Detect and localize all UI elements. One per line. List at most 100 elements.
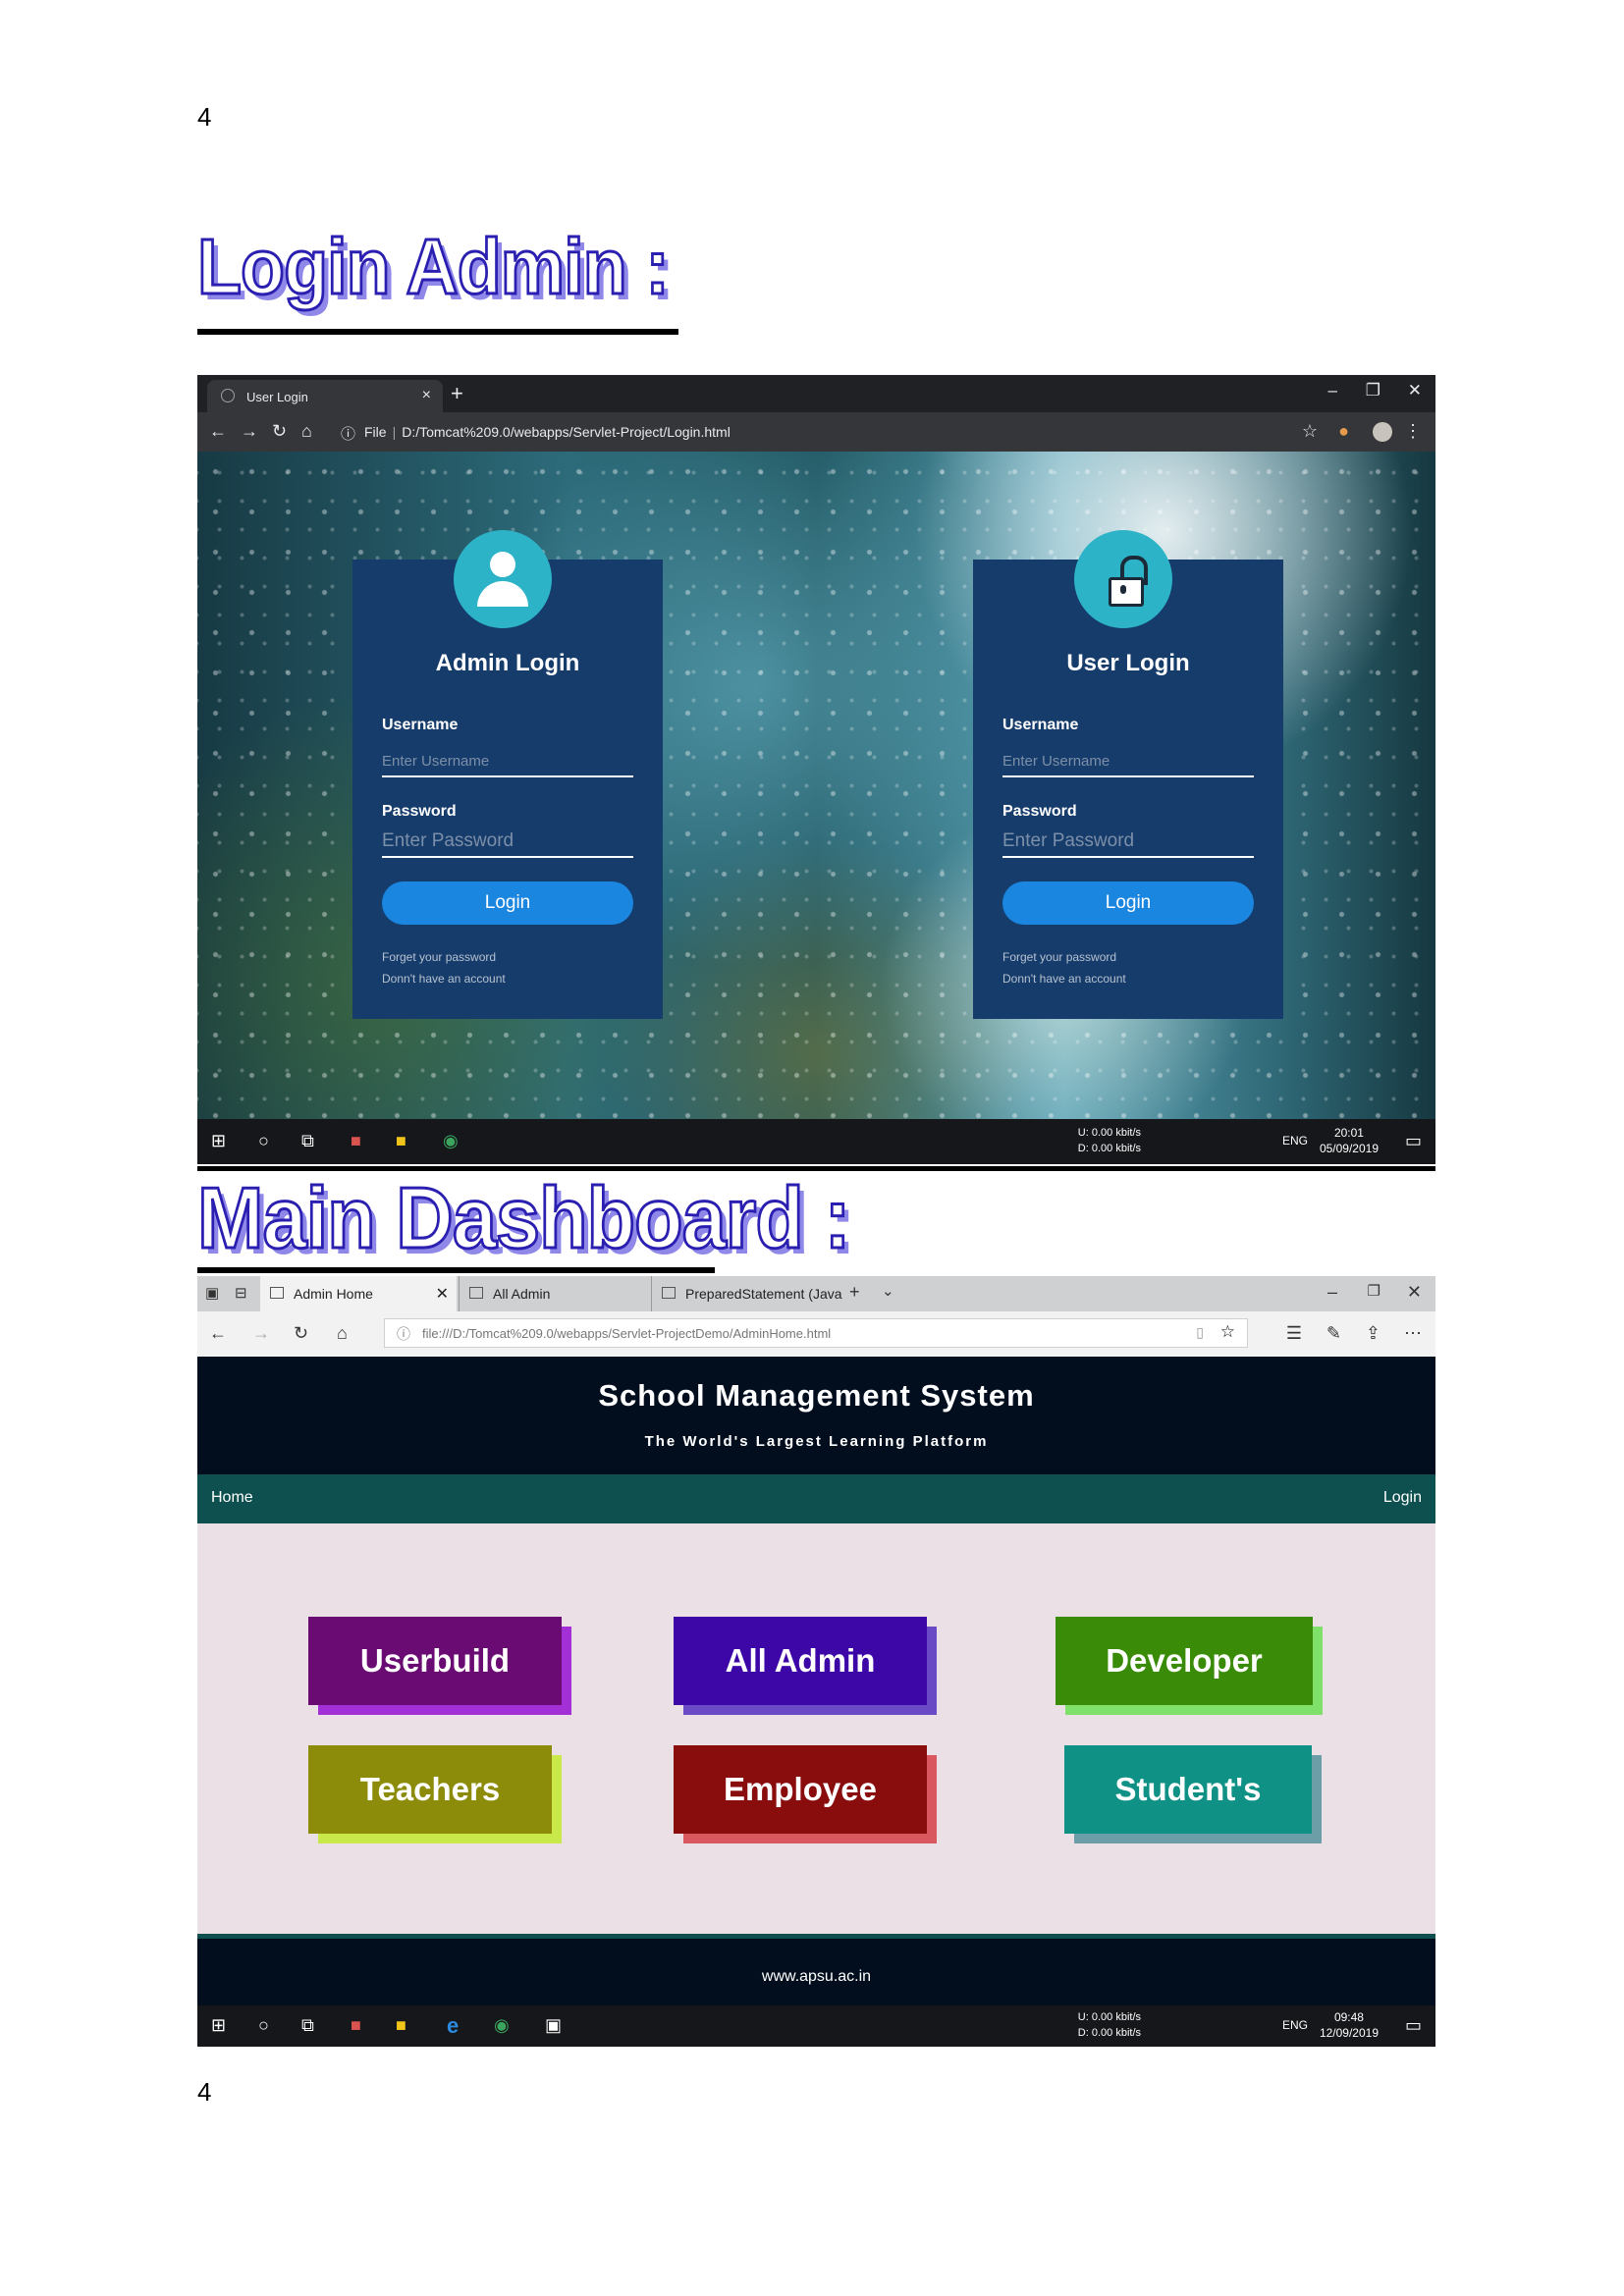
user-login-title: User Login	[1066, 650, 1190, 676]
window-icon[interactable]: ▣	[545, 2015, 562, 2036]
chrome-icon[interactable]: ◉	[443, 1131, 459, 1151]
language-indicator[interactable]: ENG	[1282, 1134, 1308, 1148]
menu-icon[interactable]: ⋮	[1404, 421, 1422, 442]
chevron-down-icon[interactable]: ⌄	[882, 1282, 894, 1300]
admin-password-input[interactable]	[382, 827, 633, 858]
app-icon[interactable]: ■	[351, 1131, 361, 1151]
more-icon[interactable]: ⋯	[1404, 1323, 1422, 1344]
developer-button[interactable]: Developer	[1056, 1617, 1323, 1715]
tile-label: Student's	[1114, 1771, 1262, 1807]
site-title: School Management System	[598, 1378, 1035, 1413]
file-explorer-icon[interactable]: ■	[396, 2015, 406, 2036]
app-icon[interactable]: ■	[351, 2015, 361, 2036]
network-speed: U: 0.00 kbit/s D: 0.00 kbit/s	[1077, 2011, 1141, 2039]
extension-icon[interactable]: ●	[1338, 421, 1349, 442]
close-window-icon[interactable]: ✕	[1408, 381, 1422, 400]
password-label: Password	[1002, 803, 1077, 820]
admin-username-input[interactable]	[382, 746, 633, 777]
back-icon[interactable]: ←	[209, 1323, 227, 1344]
all-admin-button[interactable]: All Admin	[674, 1617, 937, 1715]
file-label: File	[364, 424, 387, 440]
clock[interactable]: 20:01 05/09/2019	[1320, 1125, 1379, 1156]
site-header: School Management System The World's Lar…	[197, 1357, 1435, 1474]
back-icon[interactable]: ←	[209, 421, 227, 442]
clock[interactable]: 09:48 12/09/2019	[1320, 2009, 1379, 2041]
app-icon[interactable]: ◉	[494, 2015, 510, 2036]
rainy-window-background: Admin Login Username Password Login Forg…	[197, 452, 1435, 1119]
info-icon[interactable]: ⓘ	[341, 423, 355, 444]
nav-login-link[interactable]: Login	[1383, 1489, 1422, 1507]
windows-taskbar: ⊞ ○ ⧉ ■ ■ e ◉ ▣ U: 0.00 kbit/s D: 0.00 k…	[197, 2005, 1435, 2047]
browser-tab-strip: ▣ ⊟ Admin Home ✕ All Admin PreparedState…	[197, 1276, 1435, 1311]
task-view-icon[interactable]: ⧉	[301, 1131, 314, 1151]
tab-preparedstatement[interactable]: PreparedStatement (Java Pl	[651, 1276, 842, 1311]
forgot-password-link[interactable]: Forget your password	[1002, 950, 1116, 964]
section-title-main-dashboard: Main Dashboard :	[196, 1168, 852, 1268]
forgot-password-link[interactable]: Forget your password	[382, 950, 496, 964]
close-tab-icon[interactable]: ✕	[436, 1284, 449, 1304]
pen-icon[interactable]: ✎	[1326, 1323, 1341, 1344]
notification-icon[interactable]: ▭	[1405, 2015, 1422, 2036]
no-account-link[interactable]: Donn't have an account	[382, 972, 506, 986]
favorite-star-icon[interactable]: ☆	[1220, 1322, 1235, 1342]
tile-label: Employee	[724, 1771, 877, 1807]
favorites-hub-icon[interactable]: ☰	[1286, 1323, 1302, 1344]
tile-label: Userbuild	[359, 1642, 511, 1679]
task-view-icon[interactable]: ⧉	[301, 2015, 314, 2036]
username-label: Username	[1002, 717, 1079, 733]
browser-tab[interactable]: User Login ×	[207, 380, 443, 412]
no-account-link[interactable]: Donn't have an account	[1002, 972, 1126, 986]
address-bar[interactable]: File | D:/Tomcat%209.0/webapps/Servlet-Pro…	[364, 424, 731, 440]
page-number-top: 4	[197, 102, 212, 132]
tile-label: Developer	[1106, 1642, 1263, 1679]
password-label: Password	[382, 803, 457, 820]
admin-login-button[interactable]: Login	[382, 881, 633, 925]
star-icon[interactable]: ☆	[1302, 421, 1318, 442]
notification-icon[interactable]: ▭	[1405, 1131, 1422, 1151]
language-indicator[interactable]: ENG	[1282, 2018, 1308, 2032]
info-icon: ⓘ	[397, 1326, 410, 1342]
home-icon[interactable]: ⌂	[337, 1323, 348, 1344]
new-tab-button[interactable]: +	[451, 381, 463, 406]
user-login-button[interactable]: Login	[1002, 881, 1254, 925]
minimize-icon[interactable]: –	[1328, 381, 1337, 400]
teachers-button[interactable]: Teachers	[308, 1745, 562, 1843]
user-password-input[interactable]	[1002, 827, 1254, 858]
footer-link[interactable]: www.apsu.ac.in	[197, 1968, 1435, 1986]
page-icon	[221, 389, 235, 402]
tab-preview-icon[interactable]: ⊟	[235, 1284, 247, 1302]
restore-icon[interactable]: ❐	[1366, 381, 1380, 400]
username-label: Username	[382, 717, 459, 733]
user-icon	[454, 530, 552, 628]
forward-icon[interactable]: →	[252, 1323, 270, 1344]
nav-home-link[interactable]: Home	[211, 1489, 253, 1507]
tab-admin-home[interactable]: Admin Home ✕	[260, 1276, 457, 1311]
share-icon[interactable]: ⇪	[1366, 1323, 1380, 1344]
new-tab-button[interactable]: +	[849, 1282, 860, 1303]
forward-icon[interactable]: →	[241, 421, 258, 442]
userbuild-button[interactable]: Userbuild	[308, 1617, 571, 1715]
site-nav: Home Login	[197, 1474, 1435, 1523]
employee-button[interactable]: Employee	[674, 1745, 937, 1843]
minimize-icon[interactable]: –	[1327, 1282, 1337, 1303]
students-button[interactable]: Student's	[1064, 1745, 1322, 1843]
tab-all-admin[interactable]: All Admin	[459, 1276, 650, 1311]
home-icon[interactable]: ⌂	[301, 421, 312, 442]
profile-avatar[interactable]	[1373, 422, 1392, 442]
close-tab-icon[interactable]: ×	[422, 387, 431, 404]
reload-icon[interactable]: ↻	[272, 421, 287, 442]
windows-start-icon[interactable]: ⊞	[211, 1131, 226, 1151]
reading-view-icon[interactable]: ▯	[1196, 1324, 1204, 1341]
url-text: D:/Tomcat%209.0/webapps/Servlet-Project/…	[402, 424, 731, 440]
cortana-icon[interactable]: ○	[258, 1131, 269, 1151]
tab-actions-icon[interactable]: ▣	[205, 1284, 219, 1302]
reload-icon[interactable]: ↻	[294, 1323, 308, 1344]
cortana-icon[interactable]: ○	[258, 2015, 269, 2036]
windows-start-icon[interactable]: ⊞	[211, 2015, 226, 2036]
close-window-icon[interactable]: ✕	[1407, 1282, 1422, 1303]
restore-icon[interactable]: ❐	[1368, 1282, 1380, 1300]
user-username-input[interactable]	[1002, 746, 1254, 777]
edge-icon[interactable]: e	[447, 2013, 459, 2039]
file-explorer-icon[interactable]: ■	[396, 1131, 406, 1151]
address-bar[interactable]: ⓘ file:///D:/Tomcat%209.0/webapps/Servle…	[384, 1318, 1248, 1348]
